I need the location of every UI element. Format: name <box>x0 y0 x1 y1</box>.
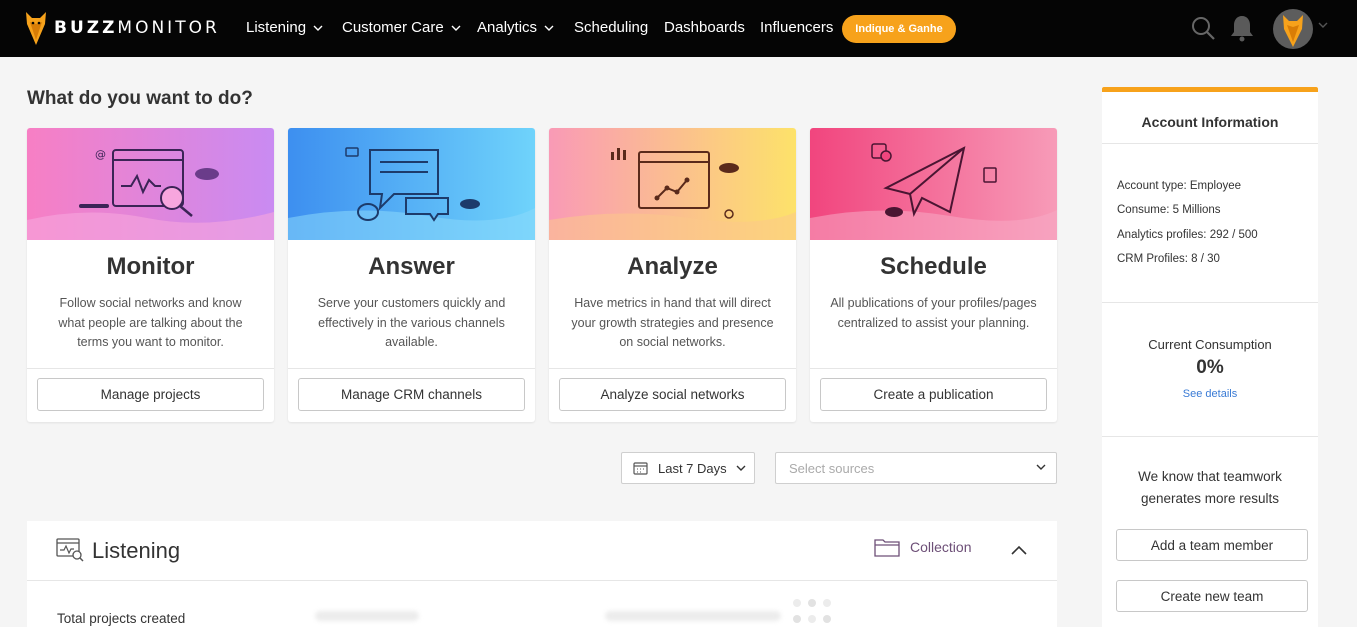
collection-label: Collection <box>910 539 971 555</box>
divider <box>27 580 1057 581</box>
nav-customer-care[interactable]: Customer Care <box>342 19 461 36</box>
see-details-link[interactable]: See details <box>1102 388 1318 400</box>
info-label: Analytics profiles: <box>1117 229 1206 241</box>
nav-label: Scheduling <box>574 19 648 36</box>
divider <box>1102 302 1318 303</box>
bell-icon[interactable] <box>1229 14 1255 42</box>
info-label: Consume: <box>1117 204 1169 216</box>
nav-label: Analytics <box>477 19 537 36</box>
nav-label: Listening <box>246 19 306 36</box>
card-description: Serve your customers quickly and effecti… <box>306 294 517 353</box>
card-description: Follow social networks and know what peo… <box>45 294 256 353</box>
calendar-icon <box>633 461 648 475</box>
info-value: Employee <box>1190 180 1241 192</box>
nav-label: Customer Care <box>342 19 444 36</box>
card-description: All publications of your profiles/pages … <box>828 294 1039 333</box>
nav-analytics[interactable]: Analytics <box>477 19 554 36</box>
divider <box>549 368 796 369</box>
sources-placeholder: Select sources <box>789 461 874 476</box>
consumption-title: Current Consumption <box>1102 337 1318 352</box>
loading-spinner-icon <box>790 597 834 627</box>
panel-title: Account Information <box>1102 114 1318 130</box>
brand-wordmark: BUZZMONITOR <box>54 18 220 38</box>
account-type-row: Account type: Employee <box>1117 180 1241 192</box>
card-schedule: Schedule All publications of your profil… <box>810 128 1057 422</box>
chart-illustration <box>549 128 796 240</box>
account-info-panel: Account Information Account type: Employ… <box>1102 87 1318 627</box>
divider <box>1102 436 1318 437</box>
listening-section: Listening Collection Total projects crea… <box>27 521 1057 627</box>
nav-label: Influencers <box>760 19 833 36</box>
card-title: Schedule <box>810 253 1057 281</box>
page-heading: What do you want to do? <box>27 88 253 110</box>
paper-plane-illustration <box>810 128 1057 240</box>
divider <box>288 368 535 369</box>
section-title: Listening <box>92 538 180 564</box>
promo-button[interactable]: Indique & Ganhe <box>842 15 956 43</box>
info-value: 8 / 30 <box>1191 253 1220 265</box>
chevron-down-icon <box>736 465 746 471</box>
divider <box>27 368 274 369</box>
collection-button[interactable]: Collection <box>874 537 971 557</box>
chevron-down-icon <box>451 25 461 31</box>
fox-avatar-icon <box>1273 9 1313 49</box>
brand-logo[interactable]: BUZZMONITOR <box>26 10 220 46</box>
chevron-down-icon <box>1036 464 1046 470</box>
search-icon[interactable] <box>1190 15 1216 41</box>
card-title: Answer <box>288 253 535 281</box>
analytics-profiles-row: Analytics profiles: 292 / 500 <box>1117 229 1258 241</box>
divider <box>810 368 1057 369</box>
chevron-down-icon[interactable] <box>1318 22 1328 28</box>
card-description: Have metrics in hand that will direct yo… <box>567 294 778 353</box>
card-analyze: Analyze Have metrics in hand that will d… <box>549 128 796 422</box>
card-title: Monitor <box>27 253 274 281</box>
nav-label: Dashboards <box>664 19 745 36</box>
create-new-team-button[interactable]: Create new team <box>1116 580 1308 612</box>
top-navbar: BUZZMONITOR Listening Customer Care Anal… <box>0 0 1357 57</box>
chat-illustration <box>288 128 535 240</box>
date-range-label: Last 7 Days <box>658 461 727 476</box>
card-answer: Answer Serve your customers quickly and … <box>288 128 535 422</box>
crm-profiles-row: CRM Profiles: 8 / 30 <box>1117 253 1220 265</box>
info-value: 292 / 500 <box>1210 229 1258 241</box>
info-label: Account type: <box>1117 180 1187 192</box>
card-monitor: @ Monitor Follow social networks and kno… <box>27 128 274 422</box>
date-range-select[interactable]: Last 7 Days <box>621 452 755 484</box>
manage-crm-channels-button[interactable]: Manage CRM channels <box>298 378 525 411</box>
sources-select[interactable]: Select sources <box>775 452 1057 484</box>
info-value: 5 Millions <box>1173 204 1221 216</box>
chevron-down-icon <box>544 25 554 31</box>
manage-projects-button[interactable]: Manage projects <box>37 378 264 411</box>
nav-listening[interactable]: Listening <box>246 19 323 36</box>
add-team-member-button[interactable]: Add a team member <box>1116 529 1308 561</box>
nav-dashboards[interactable]: Dashboards <box>664 19 745 36</box>
chevron-down-icon <box>313 25 323 31</box>
create-publication-button[interactable]: Create a publication <box>820 378 1047 411</box>
consumption-value: 0% <box>1102 357 1318 379</box>
divider <box>1102 143 1318 144</box>
svg-text:@: @ <box>95 148 106 161</box>
analyze-social-networks-button[interactable]: Analyze social networks <box>559 378 786 411</box>
nav-influencers[interactable]: Influencers <box>760 19 833 36</box>
info-label: CRM Profiles: <box>1117 253 1188 265</box>
chevron-up-icon[interactable] <box>1011 545 1027 555</box>
loading-placeholder <box>315 611 419 621</box>
nav-scheduling[interactable]: Scheduling <box>574 19 648 36</box>
loading-placeholder <box>605 611 781 621</box>
fox-logo-icon <box>26 10 46 46</box>
consume-row: Consume: 5 Millions <box>1117 204 1221 216</box>
monitor-illustration: @ <box>27 128 274 240</box>
stat-label: Total projects created <box>57 611 185 626</box>
card-title: Analyze <box>549 253 796 281</box>
team-text: We know that teamwork generates more res… <box>1122 466 1298 510</box>
avatar[interactable] <box>1273 9 1313 49</box>
folder-icon <box>874 537 900 557</box>
listening-icon <box>56 538 84 562</box>
panel-accent-bar <box>1102 87 1318 92</box>
